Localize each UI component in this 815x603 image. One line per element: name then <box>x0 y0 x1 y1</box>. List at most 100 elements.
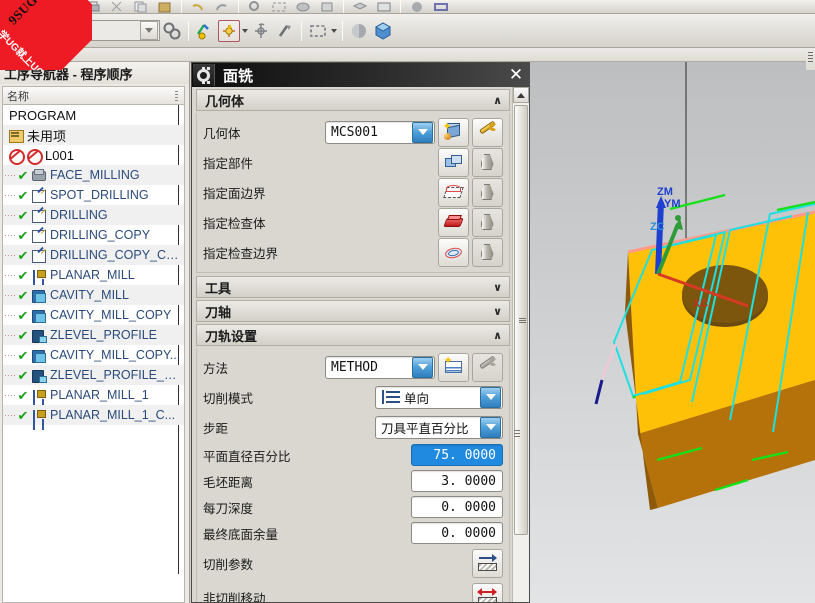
cut-parameters-button[interactable] <box>472 548 503 578</box>
group-header-tool-axis[interactable]: 刀轴 ∨ <box>196 300 510 322</box>
check-body-button[interactable] <box>438 207 469 237</box>
checkmark-icon[interactable]: ✔ <box>16 369 30 382</box>
face-boundary-button[interactable] <box>438 177 469 207</box>
group-header-tool[interactable]: 工具 ∨ <box>196 276 510 298</box>
chevron-down-icon[interactable] <box>480 386 501 408</box>
column-resize-grip[interactable] <box>175 91 178 102</box>
tree-row-face-milling[interactable]: ✔ FACE_MILLING <box>3 165 184 185</box>
checkmark-icon[interactable]: ✔ <box>16 189 30 202</box>
tree-row-cavity-mill[interactable]: ✔ CAVITY_MILL <box>3 285 184 305</box>
method-icon-button[interactable]: ✦ <box>438 352 469 382</box>
dialog-titlebar[interactable]: 面铣 ✕ <box>192 63 529 87</box>
display-icon[interactable] <box>374 0 394 13</box>
navigator-column-header[interactable]: 名称 <box>2 86 185 105</box>
chevron-up-icon[interactable]: ∧ <box>493 329 502 342</box>
tree-row-planar-mill[interactable]: ✔ PLANAR_MILL <box>3 265 184 285</box>
method-combo[interactable]: METHOD <box>325 355 435 379</box>
check-boundary-button[interactable] <box>438 237 469 267</box>
checkmark-icon[interactable]: ✔ <box>16 169 30 182</box>
checkmark-icon[interactable]: ✔ <box>16 389 30 402</box>
cut-pattern-combo[interactable]: 单向 <box>375 385 503 409</box>
pan-icon[interactable] <box>317 0 337 13</box>
shade-icon[interactable] <box>407 0 427 13</box>
checkmark-icon[interactable]: ✔ <box>16 329 30 342</box>
undo-icon[interactable] <box>188 0 208 13</box>
select-part-button[interactable] <box>472 147 503 177</box>
redo-icon[interactable] <box>212 0 232 13</box>
dialog-scrollbar[interactable] <box>512 87 529 602</box>
edit-geometry-button[interactable] <box>472 117 503 147</box>
rectangle-select-icon[interactable] <box>307 20 329 42</box>
wcs-dropdown-caret[interactable] <box>241 20 249 42</box>
wcs-orient-icon[interactable] <box>250 20 272 42</box>
checkmark-icon[interactable]: ✔ <box>16 209 30 222</box>
chevron-down-icon[interactable]: ∨ <box>493 305 502 318</box>
group-header-path-settings[interactable]: 刀轨设置 ∧ <box>196 324 510 346</box>
new-icon[interactable] <box>2 0 22 13</box>
dialog-system-icon[interactable] <box>193 64 215 86</box>
copy-icon[interactable] <box>131 0 151 13</box>
fit-icon[interactable] <box>269 0 289 13</box>
tree-row-l001[interactable]: L001 <box>3 145 184 165</box>
select-check-boundary-button[interactable] <box>472 237 503 267</box>
select-check-body-button[interactable] <box>472 207 503 237</box>
paste-icon[interactable] <box>155 0 175 13</box>
chevron-down-icon[interactable]: ∨ <box>493 281 502 294</box>
checkmark-icon[interactable]: ✔ <box>16 249 30 262</box>
tree-row-drilling-copy[interactable]: ✔ DRILLING_COPY <box>3 225 184 245</box>
style-icon[interactable] <box>431 0 451 13</box>
right-dock-handle[interactable] <box>806 48 815 70</box>
scroll-thumb[interactable] <box>514 105 528 535</box>
checkmark-icon[interactable]: ✔ <box>16 269 30 282</box>
select-face-boundary-button[interactable] <box>472 177 503 207</box>
mcs-icon-button[interactable]: ✦ <box>438 117 469 147</box>
scroll-up-arrow-icon[interactable] <box>513 87 529 103</box>
checkmark-icon[interactable]: ✔ <box>16 409 30 422</box>
close-icon[interactable]: ✕ <box>503 63 529 87</box>
non-cutting-moves-button[interactable] <box>472 582 503 602</box>
operation-tree[interactable]: PROGRAM 未用项 L001 ✔ FACE_MILLING ✔ SPOT_DRILLIN… <box>2 105 185 603</box>
wcs-dynamic-icon[interactable] <box>194 20 216 42</box>
chevron-down-icon[interactable] <box>140 21 158 40</box>
scroll-track[interactable] <box>513 103 529 602</box>
checkmark-icon[interactable]: ✔ <box>16 229 30 242</box>
select-dropdown-caret[interactable] <box>330 20 338 42</box>
save-icon[interactable] <box>50 0 70 13</box>
group-header-geometry[interactable]: 几何体 ∧ <box>196 89 510 111</box>
wcs-origin-icon[interactable] <box>218 19 240 42</box>
tree-row-cavity-mill-copy[interactable]: ✔ CAVITY_MILL_COPY... <box>3 345 184 365</box>
checkmark-icon[interactable]: ✔ <box>16 309 30 322</box>
tree-row-program[interactable]: PROGRAM <box>3 105 184 125</box>
tree-row-drilling-copy-co[interactable]: ✔ DRILLING_COPY_CO... <box>3 245 184 265</box>
shaded-view-icon[interactable] <box>348 20 370 42</box>
graphics-viewport[interactable]: ZM YM ZC XC <box>530 62 815 603</box>
tree-row-drilling[interactable]: ✔ DRILLING <box>3 205 184 225</box>
render-style-icon[interactable] <box>372 20 394 42</box>
print-icon[interactable] <box>83 0 103 13</box>
dialog-resize-grip[interactable] <box>514 430 520 439</box>
checkmark-icon[interactable]: ✔ <box>16 289 30 302</box>
geometry-combo[interactable]: MCS001 <box>325 120 435 144</box>
tree-row-planar-mill-1[interactable]: ✔ PLANAR_MILL_1 <box>3 385 184 405</box>
final-floor-stock-input[interactable]: 0. 0000 <box>411 522 503 544</box>
tree-row-cavity-mill-copy[interactable]: ✔ CAVITY_MILL_COPY <box>3 305 184 325</box>
tree-row-zlevel-profile-co[interactable]: ✔ ZLEVEL_PROFILE_CO... <box>3 365 184 385</box>
open-icon[interactable] <box>26 0 46 13</box>
blank-distance-input[interactable]: 3. 0000 <box>411 470 503 492</box>
assembly-constraints-icon[interactable] <box>161 20 183 42</box>
chevron-down-icon[interactable] <box>480 416 501 438</box>
chevron-down-icon[interactable] <box>412 356 433 378</box>
zoom-icon[interactable] <box>245 0 265 13</box>
edit-method-button[interactable] <box>472 352 503 382</box>
stepover-combo[interactable]: 刀具平直百分比 <box>375 415 503 439</box>
chevron-up-icon[interactable]: ∧ <box>493 94 502 107</box>
checkmark-icon[interactable]: ✔ <box>16 349 30 362</box>
chevron-down-icon[interactable] <box>412 121 433 143</box>
tree-row-zlevel-profile[interactable]: ✔ ZLEVEL_PROFILE <box>3 325 184 345</box>
rotate-icon[interactable] <box>293 0 313 13</box>
cut-icon[interactable] <box>107 0 127 13</box>
tree-row-planar-mill-1-c[interactable]: ✔ PLANAR_MILL_1_C... <box>3 405 184 425</box>
layer-icon[interactable] <box>350 0 370 13</box>
tree-row-spot-drilling[interactable]: ✔ SPOT_DRILLING <box>3 185 184 205</box>
tree-row-[interactable]: 未用项 <box>3 125 184 145</box>
